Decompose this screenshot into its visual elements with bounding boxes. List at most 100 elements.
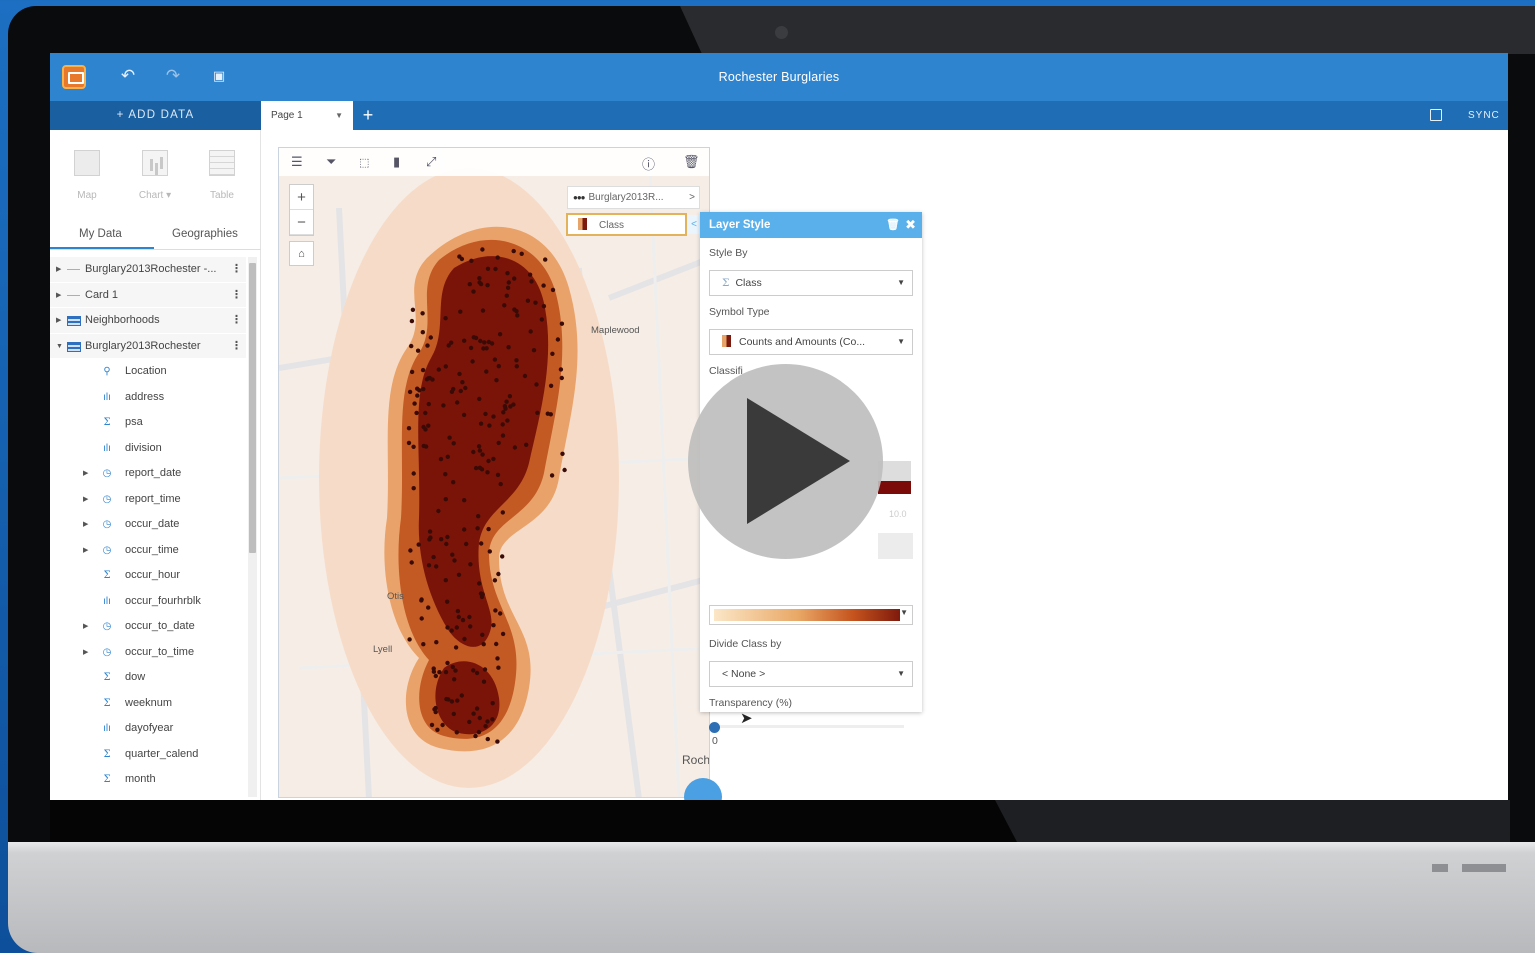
chevron-right-icon[interactable]: ▶ [83,461,88,487]
field-item[interactable]: Σweeknum [50,691,246,717]
burglary-point[interactable] [477,465,483,470]
burglary-point[interactable] [512,445,518,450]
burglary-point[interactable] [489,341,495,346]
burglary-point[interactable] [458,388,463,394]
burglary-point[interactable] [434,564,439,569]
burglary-point[interactable] [454,730,459,735]
burglary-point[interactable] [496,364,501,369]
burglary-point[interactable] [445,625,450,630]
burglary-point[interactable] [459,256,465,262]
burglary-point[interactable] [473,465,479,471]
burglary-point[interactable] [426,401,431,407]
trash-icon[interactable]: 🗑 [886,212,900,238]
symbol-type-select[interactable]: Counts and Amounts (Co... ▼ [709,329,913,355]
burglary-point[interactable] [548,383,554,388]
burglary-point[interactable] [445,534,450,540]
burglary-point[interactable] [505,271,510,276]
burglary-point[interactable] [450,552,455,557]
burglary-point[interactable] [468,345,474,351]
burglary-point[interactable] [421,424,426,430]
burglary-point[interactable] [460,617,466,623]
dataset-options-icon[interactable]: ⋮ [231,283,242,309]
sync-icon[interactable] [1430,109,1442,121]
close-icon[interactable]: ✖ [905,212,916,238]
chevron-right-icon[interactable]: ▶ [83,487,88,513]
burglary-point[interactable] [407,637,412,642]
burglary-point[interactable] [443,669,449,675]
burglary-point[interactable] [464,541,469,547]
legend-layer-caret[interactable]: > [689,187,695,208]
burglary-point[interactable] [447,435,452,440]
tab-my-data[interactable]: My Data [79,228,122,240]
trash-icon[interactable]: 🗑 [683,154,700,170]
burglary-point[interactable] [504,399,509,404]
burglary-point[interactable] [559,375,564,381]
burglary-point[interactable] [409,560,414,565]
burglary-point[interactable] [480,308,486,313]
burglary-point[interactable] [486,526,491,532]
burglary-point[interactable] [558,367,564,372]
burglary-point[interactable] [477,715,482,721]
burglary-point[interactable] [471,289,476,294]
burglary-point[interactable] [415,348,421,353]
burglary-point[interactable] [433,709,438,715]
burglary-point[interactable] [451,386,456,392]
burglary-point[interactable] [443,316,448,321]
burglary-point[interactable] [473,733,478,739]
burglary-point[interactable] [436,367,441,372]
burglary-point[interactable] [469,258,474,263]
burglary-point[interactable] [439,537,444,542]
tab-page-1[interactable]: Page 1 ▼ [261,101,353,130]
burglary-point[interactable] [492,578,498,583]
burglary-point[interactable] [498,481,503,487]
field-item[interactable]: ▶ ◷ report_date [50,461,246,487]
burglary-point[interactable] [414,410,419,416]
burglary-point[interactable] [457,371,462,377]
burglary-point[interactable] [462,338,467,343]
burglary-point[interactable] [406,440,412,446]
burglary-point[interactable] [500,433,506,438]
burglary-point[interactable] [419,616,424,621]
burglary-point[interactable] [415,386,420,391]
burglary-point[interactable] [468,562,473,567]
burglary-point[interactable] [460,380,465,385]
burglary-point[interactable] [534,382,539,387]
burglary-point[interactable] [451,711,456,717]
field-item[interactable]: ⚲ Location [50,359,246,385]
burglary-point[interactable] [473,335,479,341]
burglary-point[interactable] [485,266,491,271]
field-item[interactable]: Σoccur_hour [50,563,246,589]
burglary-point[interactable] [408,548,413,553]
burglary-point[interactable] [468,624,473,629]
chevron-right-icon[interactable]: ▶ [83,640,88,666]
burglary-point[interactable] [482,340,487,345]
burglary-point[interactable] [549,473,555,478]
divide-by-select[interactable]: < None > ▼ [709,661,913,687]
tab-geographies[interactable]: Geographies [172,228,238,240]
burglary-point[interactable] [541,304,547,309]
burglary-point[interactable] [497,332,503,337]
burglary-point[interactable] [426,563,432,568]
burglary-point[interactable] [533,300,538,305]
field-item[interactable]: Σmonth [50,767,246,793]
burglary-point[interactable] [438,456,444,462]
burglary-point[interactable] [487,423,492,428]
burglary-point[interactable] [421,642,426,647]
burglary-point[interactable] [485,283,490,288]
burglary-point[interactable] [541,283,546,288]
burglary-point[interactable] [477,448,483,453]
scrollbar-thumb[interactable] [249,263,256,553]
burglary-point[interactable] [452,558,457,563]
burglary-point[interactable] [427,529,433,534]
burglary-point[interactable] [471,711,476,716]
burglary-point[interactable] [429,722,435,728]
burglary-point[interactable] [528,329,533,334]
burglary-point[interactable] [481,679,487,684]
burglary-point[interactable] [539,317,544,322]
chevron-right-icon[interactable]: ▶ [56,308,61,334]
field-item[interactable]: ▶ ◷ occur_date [50,512,246,538]
viz-chart-button[interactable]: Chart ▾ [130,150,180,201]
burglary-point[interactable] [496,571,501,577]
selection-icon[interactable]: ⬚ [359,156,369,169]
legend-class-button[interactable]: Class [566,213,687,236]
